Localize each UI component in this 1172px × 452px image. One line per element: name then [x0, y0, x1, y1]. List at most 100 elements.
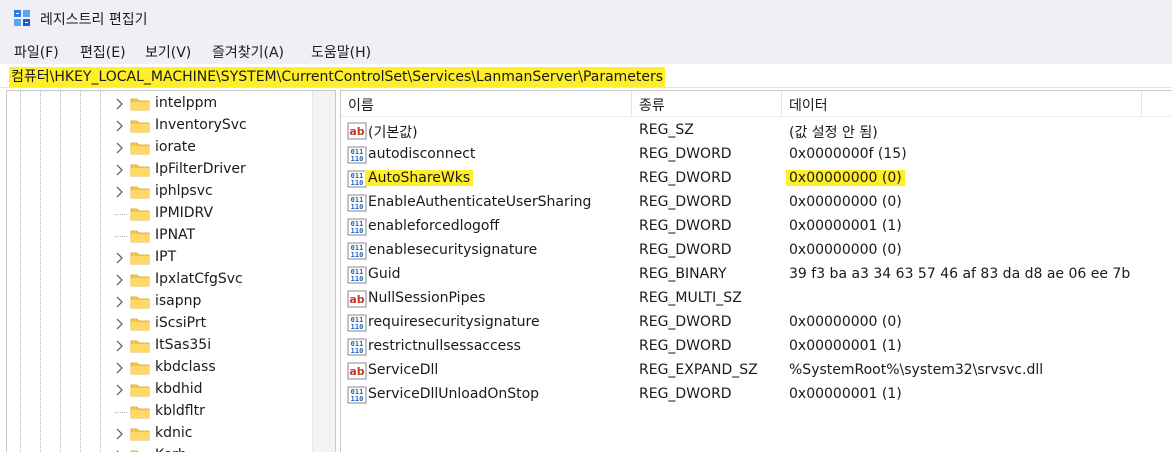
tree-item[interactable]: iorate [7, 137, 307, 159]
value-data: 0x00000001 (1) [789, 218, 902, 234]
list-row[interactable]: ab NullSessionPipes REG_MULTI_SZ [341, 287, 1172, 311]
binary-value-icon: 011110 [347, 338, 367, 356]
tree-item[interactable]: Kerb [7, 445, 307, 452]
list-row[interactable]: ab (기본값) REG_SZ (값 설정 안 됨) [341, 119, 1172, 143]
list-row[interactable]: 011 110 AutoShareWks REG_DWORD 0x00000000 (0… [341, 167, 1172, 191]
list-row[interactable]: 011 110 Guid REG_BINARY 39 f3 ba a3 34 63 57… [341, 263, 1172, 287]
column-separator[interactable] [1141, 91, 1142, 117]
list-row[interactable]: 011 110 ServiceDllUnloadOnStop REG_DWORD 0x0… [341, 383, 1172, 407]
value-name: enablesecuritysignature [368, 242, 538, 258]
tree-item-label: IPMIDRV [155, 205, 214, 221]
tree-item[interactable]: iScsiPrt [7, 313, 307, 335]
chevron-right-icon[interactable] [114, 185, 126, 199]
tree-connector [115, 412, 127, 413]
chevron-right-icon[interactable] [114, 361, 126, 375]
menu-help[interactable]: 도움말(H) [311, 42, 371, 62]
menu-file[interactable]: 파일(F) [14, 42, 59, 62]
tree-item-label: Kerb [155, 447, 187, 452]
tree-item[interactable]: iphlpsvc [7, 181, 307, 203]
value-data: 0x00000000 (0) [789, 314, 902, 330]
tree-item[interactable]: kdnic [7, 423, 307, 445]
folder-icon [130, 142, 150, 155]
value-type: REG_MULTI_SZ [639, 290, 742, 306]
chevron-right-icon[interactable] [114, 251, 126, 265]
folder-icon [130, 384, 150, 397]
title-bar: 레지스트리 편집기 [0, 0, 1172, 36]
tree-item[interactable]: IpFilterDriver [7, 159, 307, 181]
list-row[interactable]: 011 110 enablesecuritysignature REG_DWORD 0x… [341, 239, 1172, 263]
chevron-right-icon[interactable] [114, 163, 126, 177]
folder-icon [130, 186, 150, 199]
tree-item-label: intelppm [155, 95, 218, 111]
tree-item[interactable]: intelppm [7, 93, 307, 115]
chevron-right-icon[interactable] [114, 383, 126, 397]
chevron-right-icon[interactable] [114, 273, 126, 287]
folder-icon [130, 164, 150, 177]
chevron-right-icon[interactable] [114, 141, 126, 155]
tree-item[interactable]: InventorySvc [7, 115, 307, 137]
tree-item[interactable]: IPMIDRV [7, 203, 307, 225]
svg-text:110: 110 [351, 155, 364, 163]
folder-icon [130, 252, 150, 265]
menu-view[interactable]: 보기(V) [145, 42, 191, 62]
string-value-icon: ab [347, 122, 367, 140]
tree-item[interactable]: isapnp [7, 291, 307, 313]
list-row[interactable]: 011 110 requiresecuritysignature REG_DWORD 0… [341, 311, 1172, 335]
svg-text:110: 110 [351, 275, 364, 283]
column-header-name[interactable]: 이름 [348, 95, 374, 115]
svg-text:110: 110 [351, 347, 364, 355]
column-header-data[interactable]: 데이터 [789, 95, 828, 115]
tree-scrollbar[interactable] [312, 91, 335, 452]
column-header-type[interactable]: 종류 [639, 95, 665, 115]
chevron-right-icon[interactable] [114, 97, 126, 111]
binary-value-icon: 011110 [347, 146, 367, 164]
tree-connector [115, 214, 127, 215]
tree-item[interactable]: kbldfltr [7, 401, 307, 423]
list-row[interactable]: 011 110 restrictnullsessaccess REG_DWORD 0x0… [341, 335, 1172, 359]
svg-text:ab: ab [349, 365, 364, 378]
list-row[interactable]: 011 110 autodisconnect REG_DWORD 0x0000000f … [341, 143, 1172, 167]
menu-edit[interactable]: 편집(E) [80, 42, 126, 62]
value-type: REG_DWORD [639, 218, 732, 234]
folder-icon [130, 318, 150, 331]
list-row[interactable]: 011 110 enableforcedlogoff REG_DWORD 0x00000… [341, 215, 1172, 239]
tree-item-label: IpFilterDriver [155, 161, 246, 177]
tree-item[interactable]: kbdhid [7, 379, 307, 401]
chevron-right-icon[interactable] [114, 295, 126, 309]
column-separator[interactable] [781, 91, 782, 117]
tree-item-label: iScsiPrt [155, 315, 207, 331]
value-type: REG_BINARY [639, 266, 727, 282]
value-data: 0x00000001 (1) [789, 338, 902, 354]
address-path[interactable]: 컴퓨터\HKEY_LOCAL_MACHINE\SYSTEM\CurrentCon… [9, 67, 666, 87]
tree-item[interactable]: kbdclass [7, 357, 307, 379]
value-name: EnableAuthenticateUserSharing [368, 194, 592, 210]
value-data: (값 설정 안 됨) [789, 125, 878, 141]
value-type: REG_DWORD [639, 314, 732, 330]
tree-item[interactable]: IpxlatCfgSvc [7, 269, 307, 291]
column-separator[interactable] [631, 91, 632, 117]
folder-icon [130, 406, 150, 419]
tree-item[interactable]: IPNAT [7, 225, 307, 247]
tree-item-label: kbdhid [155, 381, 203, 397]
tree-item[interactable]: IPT [7, 247, 307, 269]
binary-value-icon: 011110 [347, 218, 367, 236]
chevron-right-icon[interactable] [114, 339, 126, 353]
key-tree-pane[interactable]: intelppm InventorySvc iorate IpFilterDriver… [6, 90, 336, 452]
list-row[interactable]: ab ServiceDll REG_EXPAND_SZ %SystemRoot%\sy… [341, 359, 1172, 383]
binary-value-icon: 011110 [347, 170, 367, 188]
value-type: REG_DWORD [639, 386, 732, 402]
chevron-right-icon[interactable] [114, 119, 126, 133]
list-row[interactable]: 011 110 EnableAuthenticateUserSharing REG_D… [341, 191, 1172, 215]
folder-icon [130, 120, 150, 133]
values-list-pane[interactable]: 이름 종류 데이터 ab (기본값) REG_SZ (값 설정 안 됨) 011 110 a… [340, 90, 1172, 452]
menu-favorites[interactable]: 즐겨찾기(A) [212, 42, 284, 62]
chevron-right-icon[interactable] [114, 427, 126, 441]
address-bar[interactable]: 컴퓨터\HKEY_LOCAL_MACHINE\SYSTEM\CurrentCon… [0, 64, 1172, 88]
tree-item[interactable]: ItSas35i [7, 335, 307, 357]
binary-value-icon: 011110 [347, 194, 367, 212]
folder-icon [130, 340, 150, 353]
string-value-icon: ab [347, 290, 367, 308]
chevron-right-icon[interactable] [114, 317, 126, 331]
folder-icon [130, 208, 150, 221]
value-name: ServiceDllUnloadOnStop [368, 386, 540, 402]
